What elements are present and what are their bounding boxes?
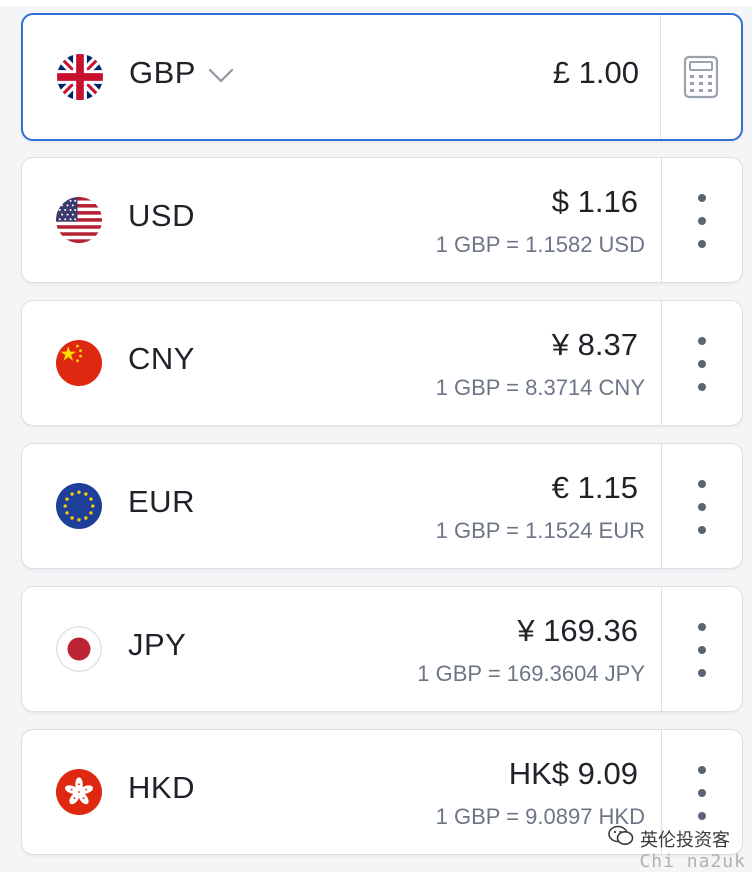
card-divider [661,301,662,425]
card-divider [661,158,662,282]
card-divider [661,587,662,711]
top-strip [0,0,752,6]
exchange-rate: 1 GBP = 1.1524 EUR [435,518,645,543]
converted-amount[interactable]: $ 1.16 [552,184,638,220]
watermark-sub-text: Chi na2uk [639,851,746,872]
converted-amount[interactable]: ¥ 169.36 [517,613,638,649]
calculator-icon[interactable] [681,55,721,99]
exchange-rate: 1 GBP = 1.1582 USD [435,232,645,257]
more-options-icon[interactable] [688,480,716,534]
card-divider [661,444,662,568]
converted-amount[interactable]: ¥ 8.37 [552,327,638,363]
currency-card-eur[interactable]: EUR € 1.15 1 GBP = 1.1524 EUR [21,443,743,569]
watermark-text: 英伦投资客 [640,829,730,850]
base-currency-card[interactable]: GBP £ 1.00 [21,13,743,141]
more-options-icon[interactable] [688,337,716,391]
currency-code: USD [128,198,195,233]
currency-code: HKD [128,770,195,805]
currency-card-jpy[interactable]: JPY ¥ 169.36 1 GBP = 169.3604 JPY [21,586,743,712]
currency-card-cny[interactable]: CNY ¥ 8.37 1 GBP = 8.3714 CNY [21,300,743,426]
chevron-down-icon[interactable] [207,66,235,86]
more-options-icon[interactable] [688,623,716,677]
converted-amount[interactable]: HK$ 9.09 [509,756,638,792]
china-flag-icon [56,340,102,386]
more-options-icon[interactable] [688,194,716,248]
eu-flag-icon [56,483,102,529]
exchange-rate: 1 GBP = 8.3714 CNY [435,375,645,400]
wechat-icon [608,825,634,852]
currency-code: EUR [128,484,195,519]
us-flag-icon [56,197,102,243]
base-currency-code[interactable]: GBP [129,55,196,91]
watermark: 英伦投资客 [608,825,730,852]
currency-code: JPY [128,627,187,662]
uk-flag-icon [57,54,103,100]
japan-flag-icon [56,626,102,672]
card-divider [660,15,661,139]
currency-code: CNY [128,341,195,376]
base-amount-input[interactable]: £ 1.00 [553,55,639,91]
hong-kong-flag-icon [56,769,102,815]
currency-card-usd[interactable]: USD $ 1.16 1 GBP = 1.1582 USD [21,157,743,283]
more-options-icon[interactable] [688,766,716,820]
exchange-rate: 1 GBP = 169.3604 JPY [417,661,645,686]
converted-amount[interactable]: € 1.15 [552,470,638,506]
